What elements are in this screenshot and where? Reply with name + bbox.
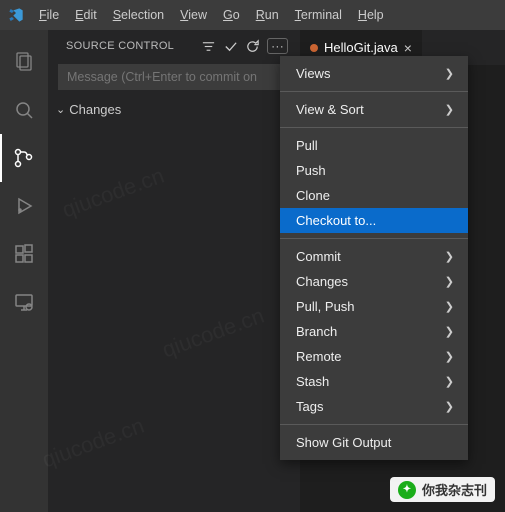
more-actions-icon[interactable]: ··· [267,38,288,54]
ctx-pull[interactable]: Pull [280,133,468,158]
ctx-view-sort[interactable]: View & Sort❯ [280,97,468,122]
changes-label: Changes [69,102,121,117]
menu-bar: File Edit Selection View Go Run Terminal… [32,4,391,26]
ctx-tags[interactable]: Tags❯ [280,394,468,419]
chevron-right-icon: ❯ [445,400,454,413]
footer-text: 你我杂志刊 [422,480,487,499]
title-bar: File Edit Selection View Go Run Terminal… [0,0,505,30]
chevron-right-icon: ❯ [445,350,454,363]
activity-bar [0,30,48,512]
chevron-right-icon: ❯ [445,325,454,338]
tree-view-icon[interactable] [201,39,216,54]
chevron-right-icon: ❯ [445,275,454,288]
ctx-stash[interactable]: Stash❯ [280,369,468,394]
vscode-logo-icon [8,7,24,23]
menu-selection[interactable]: Selection [106,4,171,26]
activity-run-debug[interactable] [0,182,48,230]
wechat-icon: ✦ [398,481,416,499]
footer-badge: ✦ 你我杂志刊 [390,477,495,502]
menu-file[interactable]: File [32,4,66,26]
commit-message-input[interactable] [58,64,290,90]
ctx-commit[interactable]: Commit❯ [280,244,468,269]
ctx-show-git-output[interactable]: Show Git Output [280,430,468,455]
chevron-down-icon: ⌄ [56,103,65,116]
menu-edit[interactable]: Edit [68,4,104,26]
ctx-branch[interactable]: Branch❯ [280,319,468,344]
chevron-right-icon: ❯ [445,300,454,313]
activity-search[interactable] [0,86,48,134]
chevron-right-icon: ❯ [445,375,454,388]
chevron-right-icon: ❯ [445,103,454,116]
ctx-pull-push[interactable]: Pull, Push❯ [280,294,468,319]
activity-extensions[interactable] [0,230,48,278]
ctx-clone[interactable]: Clone [280,183,468,208]
menu-go[interactable]: Go [216,4,247,26]
ctx-changes[interactable]: Changes❯ [280,269,468,294]
modified-indicator-icon [310,44,318,52]
menu-help[interactable]: Help [351,4,391,26]
menu-view[interactable]: View [173,4,214,26]
separator [280,127,468,128]
ctx-remote[interactable]: Remote❯ [280,344,468,369]
chevron-right-icon: ❯ [445,250,454,263]
commit-icon[interactable] [223,39,238,54]
menu-terminal[interactable]: Terminal [288,4,349,26]
separator [280,424,468,425]
tab-label: HelloGit.java [324,40,398,55]
separator [280,238,468,239]
changes-section[interactable]: ⌄ Changes [48,96,300,123]
ctx-checkout-to[interactable]: Checkout to... [280,208,468,233]
context-menu: Views❯ View & Sort❯ Pull Push Clone Chec… [280,56,468,460]
chevron-right-icon: ❯ [445,67,454,80]
panel-header: SOURCE CONTROL ··· [48,30,300,60]
panel-title: SOURCE CONTROL [66,40,194,52]
activity-source-control[interactable] [0,134,48,182]
activity-explorer[interactable] [0,38,48,86]
refresh-icon[interactable] [245,39,260,54]
menu-run[interactable]: Run [249,4,286,26]
close-tab-icon[interactable]: × [404,40,412,56]
separator [280,91,468,92]
ctx-views[interactable]: Views❯ [280,61,468,86]
activity-remote[interactable] [0,278,48,326]
source-control-panel: SOURCE CONTROL ··· ⌄ Changes [48,30,300,512]
ctx-push[interactable]: Push [280,158,468,183]
